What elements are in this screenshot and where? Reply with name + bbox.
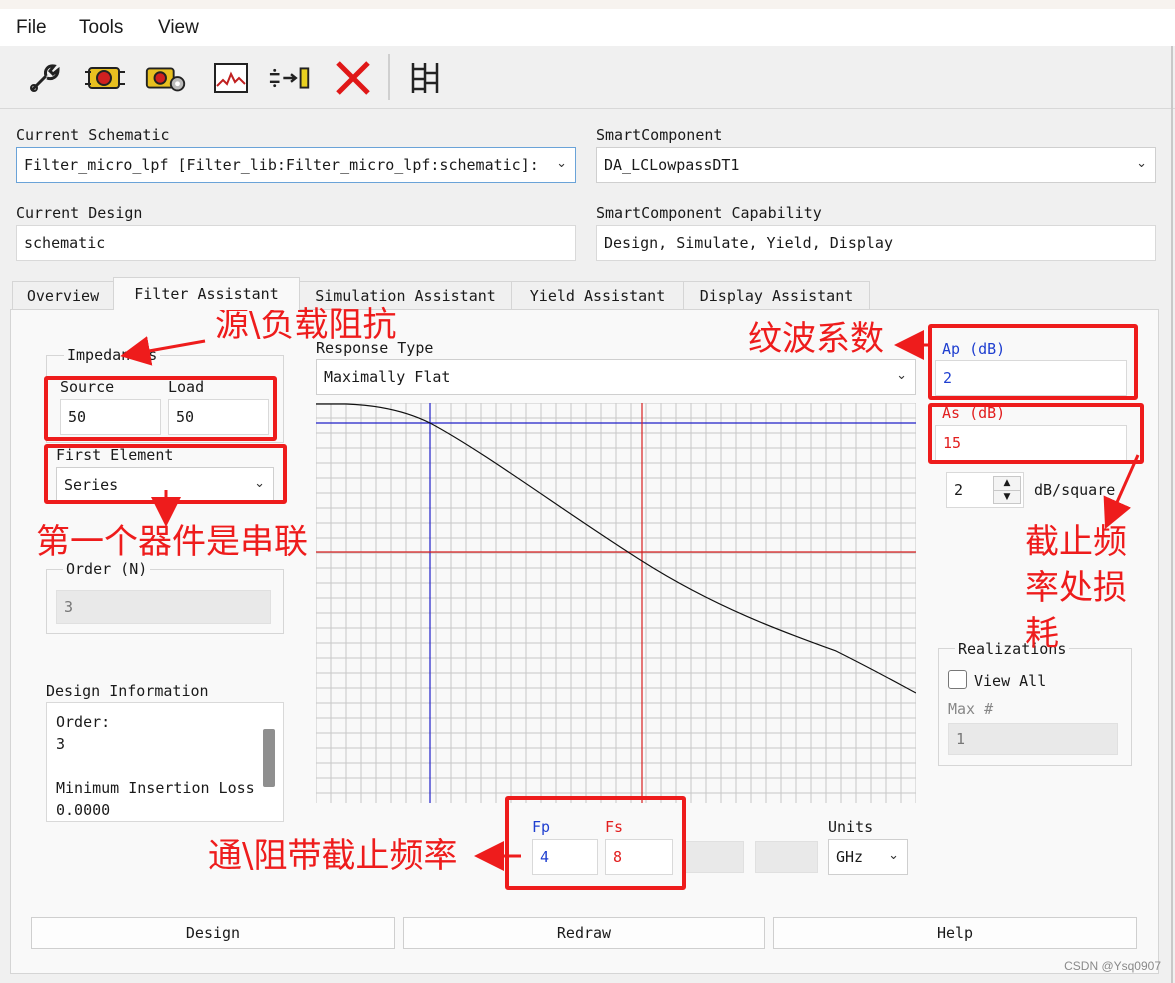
impedances-title: Impedances [64, 346, 161, 364]
chevron-down-icon: ⌄ [1136, 156, 1147, 171]
tab-overview[interactable]: Overview [12, 281, 114, 309]
freq-field-disabled-2 [755, 841, 818, 873]
spinner-value: 2 [954, 481, 964, 499]
plot-icon[interactable] [208, 56, 254, 100]
current-schematic-label: Current Schematic [16, 126, 170, 144]
view-all-label: View All [974, 672, 1047, 690]
tab-yield-assistant[interactable]: Yield Assistant [511, 281, 684, 309]
annotation-box-as [928, 403, 1144, 464]
design-info-line: 3 [56, 735, 66, 753]
tab-label: Overview [26, 286, 100, 305]
window-top-strip [0, 0, 1175, 9]
design-info-lines: Order: 3 Minimum Insertion Loss 0.0000 [56, 711, 255, 821]
plot-grid [316, 403, 916, 803]
menu-view[interactable]: View [158, 17, 199, 39]
design-info-label: Design Information [46, 682, 209, 700]
annotation-impedance: 源\负载阻抗 [215, 305, 397, 345]
design-button[interactable]: Design [31, 917, 395, 949]
design-info-textarea[interactable]: Order: 3 Minimum Insertion Loss 0.0000 [46, 702, 284, 822]
watermark: CSDN @Ysq0907 [1064, 959, 1161, 973]
tab-display-assistant[interactable]: Display Assistant [683, 281, 870, 309]
chevron-down-icon: ⌄ [888, 848, 899, 863]
spinner-buttons: ▲ ▼ [993, 476, 1021, 504]
annotation-box-first-element [44, 444, 287, 504]
design-button-label: Design [185, 924, 241, 942]
annotation-box-ap [928, 324, 1138, 400]
current-schematic-select[interactable]: Filter_micro_lpf [Filter_lib:Filter_micr… [16, 147, 576, 183]
response-plot [316, 403, 916, 803]
component-icon[interactable] [82, 56, 128, 100]
tab-filter-assistant[interactable]: Filter Assistant [113, 277, 300, 310]
redraw-button-label: Redraw [556, 924, 612, 942]
menu-tools[interactable]: Tools [79, 17, 123, 39]
toolbar-separator [388, 54, 390, 100]
design-info-line: 0.0000 [56, 801, 111, 819]
smartcomponent-value: DA_LCLowpassDT1 [604, 156, 740, 174]
response-type-select[interactable]: Maximally Flat ⌄ [316, 359, 916, 395]
order-value: 3 [64, 598, 74, 616]
spin-up-icon[interactable]: ▲ [994, 477, 1020, 491]
view-all-checkbox[interactable] [948, 670, 967, 689]
db-square-unit: dB/square [1034, 481, 1116, 499]
max-field: 1 [948, 723, 1118, 755]
chevron-down-icon: ⌄ [556, 156, 567, 171]
annotation-band-edges: 通\阻带截止频率 [208, 836, 458, 876]
help-button-label: Help [936, 924, 974, 942]
tab-label: Display Assistant [699, 286, 854, 305]
capability-field[interactable]: Design, Simulate, Yield, Display [596, 225, 1156, 261]
annotation-ripple: 纹波系数 [748, 319, 884, 359]
current-design-value: schematic [24, 234, 106, 252]
design-info-line [56, 755, 255, 777]
design-info-scrollbar[interactable] [263, 729, 275, 787]
toolbar [0, 46, 1175, 109]
current-design-field[interactable]: schematic [16, 225, 576, 261]
wrench-icon[interactable] [21, 56, 67, 100]
redraw-button[interactable]: Redraw [403, 917, 765, 949]
units-value: GHz [836, 848, 864, 866]
delete-icon[interactable] [330, 56, 376, 100]
capability-value: Design, Simulate, Yield, Display [604, 234, 893, 252]
db-square-spinner[interactable]: 2 ▲ ▼ [946, 472, 1024, 508]
annotation-box-freq [505, 796, 686, 890]
tab-label: Simulation Assistant [315, 286, 496, 305]
menu-file[interactable]: File [16, 17, 47, 39]
order-field: 3 [56, 590, 271, 624]
annotation-stop-loss-1: 截止频 [1025, 522, 1127, 562]
max-value: 1 [956, 730, 966, 748]
connect-icon[interactable] [268, 56, 314, 100]
response-type-value: Maximally Flat [324, 368, 451, 386]
annotation-stop-loss-2: 率处损 [1025, 568, 1127, 608]
units-label: Units [828, 818, 874, 836]
freq-field-disabled-1 [684, 841, 744, 873]
annotation-stop-loss-3: 耗 [1025, 614, 1059, 654]
help-button[interactable]: Help [773, 917, 1137, 949]
chevron-down-icon: ⌄ [896, 368, 907, 383]
grid-icon[interactable] [402, 56, 448, 100]
design-info-line: Minimum Insertion Loss [56, 779, 255, 797]
smartcomponent-label: SmartComponent [596, 126, 723, 144]
capability-label: SmartComponent Capability [596, 204, 822, 222]
annotation-first-element: 第一个器件是串联 [36, 522, 308, 562]
menu-bar: File Tools View [0, 9, 1175, 46]
design-info-line: Order: [56, 713, 111, 731]
tab-label: Filter Assistant [134, 285, 279, 303]
order-label: Order (N) [63, 560, 151, 578]
spin-down-icon[interactable]: ▼ [994, 491, 1020, 504]
window-right-edge [1171, 46, 1173, 983]
annotation-box-impedance [44, 376, 277, 441]
current-design-label: Current Design [16, 204, 143, 222]
units-select[interactable]: GHz ⌄ [828, 839, 908, 875]
component-settings-icon[interactable] [143, 56, 189, 100]
tab-label: Yield Assistant [529, 286, 666, 305]
max-label: Max # [948, 700, 994, 718]
smartcomponent-select[interactable]: DA_LCLowpassDT1 ⌄ [596, 147, 1156, 183]
current-schematic-value: Filter_micro_lpf [Filter_lib:Filter_micr… [24, 156, 539, 174]
